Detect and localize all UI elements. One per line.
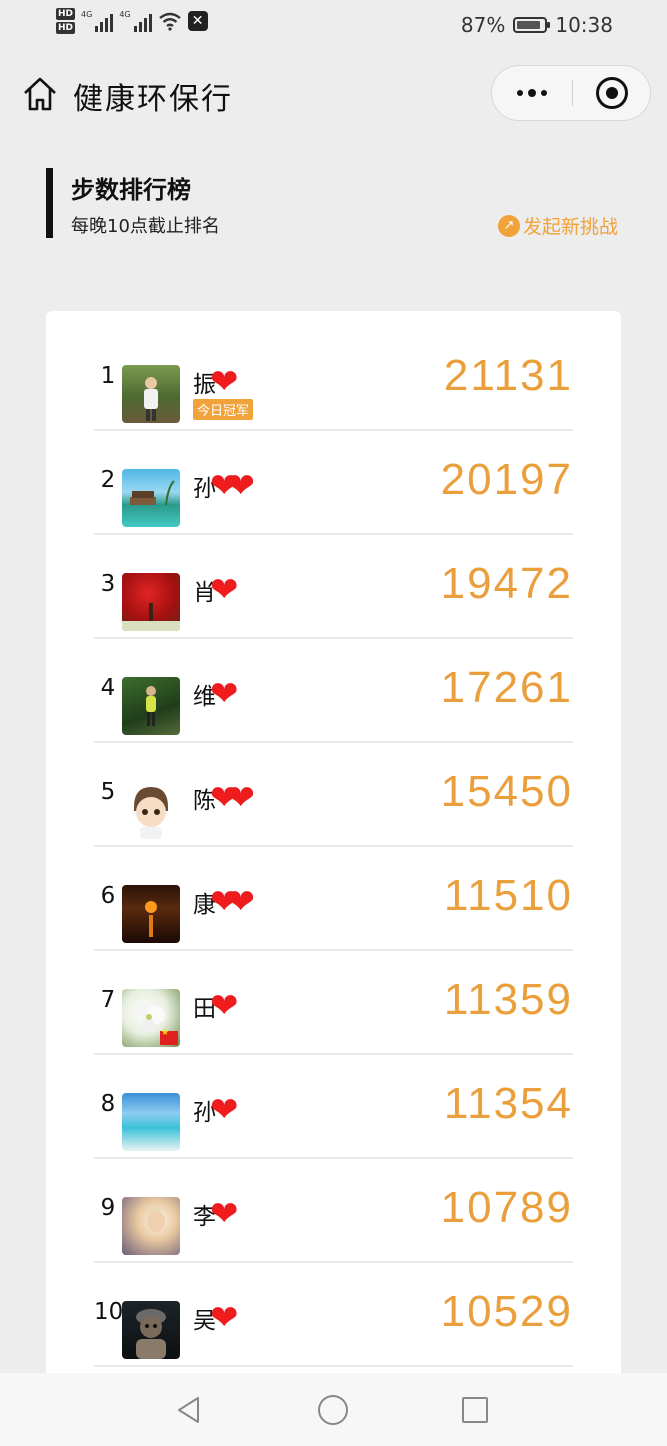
hd-badge-1: HD (56, 8, 76, 20)
step-count: 11359 (443, 975, 573, 1024)
hd-badge-2: HD (56, 22, 76, 34)
list-item[interactable]: 10 吴 ❤ 10529 (94, 1263, 573, 1367)
step-count: 10789 (440, 1183, 573, 1232)
avatar (122, 573, 180, 631)
start-challenge-label: 发起新挑战 (522, 216, 618, 238)
step-count: 11510 (443, 871, 573, 920)
step-count: 17261 (440, 663, 573, 712)
leaderboard-title: 步数排行榜 (71, 176, 191, 204)
user-name: 肖 ❤ (193, 570, 238, 610)
user-name: 田 ❤ (193, 986, 238, 1026)
list-item[interactable]: 1 振 ❤ 今日冠军 21131 (94, 327, 573, 431)
list-item[interactable]: 9 李 ❤ 10789 (94, 1159, 573, 1263)
heart-icon: ❤❤ (210, 778, 255, 818)
network-type-1: 4G (81, 10, 93, 19)
rank-number: 8 (100, 1091, 116, 1117)
battery-percent: 87% (460, 13, 506, 37)
network-type-2: 4G (119, 10, 131, 19)
avatar (122, 885, 180, 943)
avatar (122, 1093, 180, 1151)
wifi-icon (158, 12, 181, 31)
rank-number: 4 (100, 675, 116, 701)
rank-number: 9 (100, 1195, 116, 1221)
rank-number: 10 (94, 1299, 124, 1325)
status-bar: HD HD 4G 4G ✕ 87% 10:38 (0, 0, 667, 52)
system-nav-bar (0, 1373, 667, 1446)
leaderboard-header: 步数排行榜 每晚10点截止排名 ↗ 发起新挑战 (46, 168, 626, 240)
close-target-icon[interactable] (596, 77, 628, 109)
step-count: 20197 (440, 455, 573, 504)
heart-icon: ❤ (210, 674, 238, 714)
capsule-menu (491, 65, 651, 121)
avatar (122, 365, 180, 423)
start-challenge-button[interactable]: ↗ 发起新挑战 (497, 212, 618, 239)
avatar (122, 469, 180, 527)
signal-icon: 4G (81, 10, 114, 32)
step-count: 19472 (440, 559, 573, 608)
user-name: 孙 ❤ (193, 1090, 238, 1130)
list-item[interactable]: 7 田 ❤ 11359 (94, 951, 573, 1055)
recents-icon[interactable] (462, 1397, 488, 1423)
user-name: 李 ❤ (193, 1194, 238, 1234)
heart-icon: ❤❤ (210, 466, 255, 506)
avatar (122, 1301, 180, 1359)
heart-icon: ❤ (210, 986, 238, 1026)
step-count: 11354 (443, 1079, 573, 1128)
leaderboard-subtitle: 每晚10点截止排名 (71, 216, 220, 237)
more-icon[interactable] (492, 66, 572, 120)
user-name: 振 ❤ (193, 362, 238, 402)
back-icon[interactable] (174, 1395, 204, 1425)
signal-icon: 4G (119, 10, 152, 32)
china-flag-icon (160, 1028, 178, 1045)
champion-badge: 今日冠军 (193, 399, 254, 420)
list-item[interactable]: 3 肖 ❤ 19472 (94, 535, 573, 639)
rank-number: 6 (100, 883, 116, 909)
section-accent-bar (46, 168, 53, 238)
heart-icon: ❤❤ (210, 882, 255, 922)
avatar (122, 781, 180, 839)
avatar (122, 989, 180, 1047)
heart-icon: ❤ (210, 1194, 238, 1234)
list-item[interactable]: 2 孙 ❤❤ 20197 (94, 431, 573, 535)
user-name: 康 ❤❤ (193, 882, 255, 922)
heart-icon: ❤ (210, 362, 238, 402)
heart-icon: ❤ (210, 1090, 238, 1130)
list-item[interactable]: 4 维 ❤ 17261 (94, 639, 573, 743)
heart-icon: ❤ (210, 570, 238, 610)
rank-number: 3 (100, 571, 116, 597)
rank-number: 5 (100, 779, 116, 805)
step-count: 10529 (440, 1287, 573, 1336)
avatar (122, 677, 180, 735)
heart-icon: ❤ (210, 1298, 238, 1338)
rank-number: 7 (100, 987, 116, 1013)
user-name: 孙 ❤❤ (193, 466, 255, 506)
share-icon: ↗ (497, 214, 520, 237)
avatar (122, 1197, 180, 1255)
step-count: 15450 (440, 767, 573, 816)
user-name: 维 ❤ (193, 674, 238, 714)
mini-program-nav: 健康环保行 (0, 56, 667, 132)
rank-number: 2 (100, 467, 116, 493)
clock: 10:38 (555, 13, 613, 37)
user-name: 吴 ❤ (193, 1298, 238, 1338)
home-icon[interactable] (22, 76, 58, 112)
list-item[interactable]: 6 康 ❤❤ 11510 (94, 847, 573, 951)
list-item[interactable]: 8 孙 ❤ 11354 (94, 1055, 573, 1159)
ranking-list: 1 振 ❤ 今日冠军 21131 2 孙 ❤❤ 20197 3 肖 ❤ 1947… (46, 311, 621, 1411)
user-name: 陈 ❤❤ (193, 778, 255, 818)
capsule-divider (572, 80, 573, 106)
battery-icon (513, 17, 551, 33)
capcut-icon: ✕ (187, 11, 208, 31)
home-circle-icon[interactable] (318, 1395, 348, 1425)
step-count: 21131 (443, 351, 573, 400)
page-title: 健康环保行 (73, 82, 233, 117)
rank-number: 1 (100, 363, 116, 389)
list-item[interactable]: 5 陈 ❤❤ 15450 (94, 743, 573, 847)
